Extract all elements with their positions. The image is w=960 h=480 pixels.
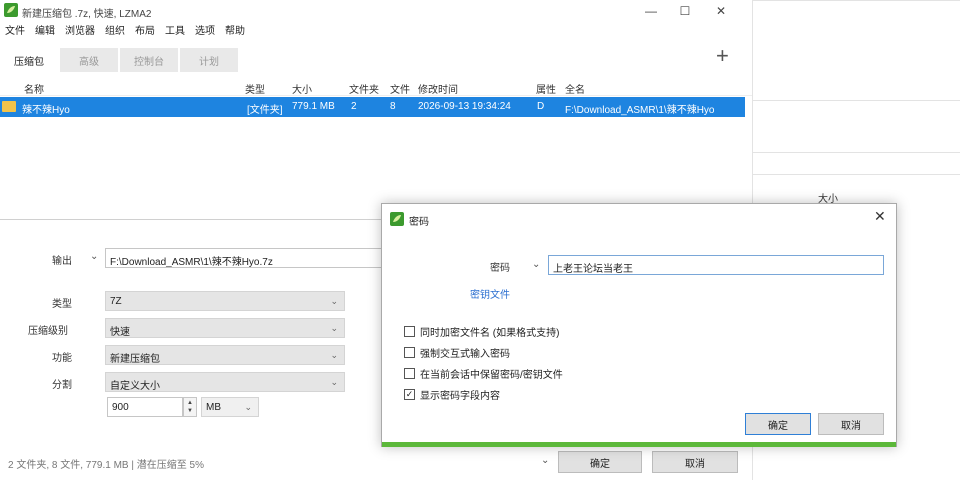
dialog-accent-bar [382,442,896,447]
background-divider [753,174,960,175]
minimize-button[interactable]: — [636,2,666,20]
password-dialog: 密码 ✕ 密码 ⌄ 上老王论坛当老王 密钥文件 同时加密文件名 (如果格式支持)… [381,203,897,447]
tab-advanced[interactable]: 高级 [60,48,118,72]
background-divider [753,0,960,1]
split-unit-value: MB [206,402,221,413]
menu-bar: 文件 编辑 浏览器 组织 布局 工具 选项 帮助 [0,24,250,40]
close-window-button[interactable]: ✕ [706,2,736,20]
split-label: 分割 [52,380,72,391]
function-select-value: 新建压缩包 [110,354,160,365]
keyfile-link[interactable]: 密钥文件 [470,286,510,301]
output-path-input[interactable]: F:\Download_ASMR\1\辣不辣Hyo.7z [105,248,385,268]
compression-level-label: 压缩级别 [28,326,68,337]
split-unit-select[interactable]: MB ⌄ [201,397,259,417]
close-icon[interactable]: ✕ [874,208,886,225]
menu-item-help[interactable]: 帮助 [220,24,250,40]
table-row[interactable]: 辣不辣Hyo [文件夹] 779.1 MB 2 8 2026-09-13 19:… [0,97,745,117]
add-button[interactable]: + [716,44,729,68]
chevron-down-icon[interactable]: ⌄ [541,455,549,466]
menu-item-options[interactable]: 选项 [190,24,220,40]
column-header-modified[interactable]: 修改时间 [418,81,458,96]
title-bar: 新建压缩包 .7z, 快速, LZMA2 — ☐ ✕ [0,0,752,22]
output-label: 输出 [52,256,72,267]
menu-item-file[interactable]: 文件 [0,24,30,40]
type-label: 类型 [52,299,72,310]
split-size-stepper[interactable]: ▲ ▼ [183,397,197,417]
ok-button[interactable]: 确定 [558,451,642,473]
password-label: 密码 [490,263,510,274]
option-encrypt-filenames[interactable]: 同时加密文件名 (如果格式支持) [404,324,560,339]
option-force-interactive[interactable]: 强制交互式输入密码 [404,345,510,360]
row-attributes: D [537,101,545,112]
compression-level-select[interactable]: 快速 ⌄ [105,318,345,338]
dialog-title: 密码 [409,217,429,228]
row-size: 779.1 MB [292,101,335,112]
app-logo-icon [390,212,404,226]
status-text: 2 文件夹, 8 文件, 779.1 MB | 潜在压缩至 5% [8,460,204,471]
maximize-button[interactable]: ☐ [670,2,700,20]
tab-console[interactable]: 控制台 [120,48,178,72]
type-select-value: 7Z [110,296,122,307]
tab-bar: 压缩包 高级 控制台 计划 [0,48,240,74]
chevron-down-icon[interactable]: ⌄ [532,259,540,270]
split-select[interactable]: 自定义大小 ⌄ [105,372,345,392]
column-header-name[interactable]: 名称 [24,81,44,96]
stepper-up-icon[interactable]: ▲ [187,399,193,407]
function-label: 功能 [52,353,72,364]
row-files: 8 [390,101,396,112]
password-input[interactable]: 上老王论坛当老王 [548,255,884,275]
split-select-value: 自定义大小 [110,381,160,392]
compression-level-value: 快速 [110,327,130,338]
column-header-type[interactable]: 类型 [245,81,265,96]
chevron-down-icon: ⌄ [330,323,338,333]
option-label: 强制交互式输入密码 [420,348,510,360]
menu-item-tools[interactable]: 工具 [160,24,190,40]
row-modified: 2026-09-13 19:34:24 [418,101,511,112]
file-list-header: 名称 类型 大小 文件夹 文件 修改时间 属性 全名 [0,78,752,96]
dialog-cancel-button[interactable]: 取消 [818,413,884,435]
tab-archive[interactable]: 压缩包 [0,48,58,72]
column-header-fullname[interactable]: 全名 [565,81,585,96]
background-divider [753,152,960,153]
row-type: [文件夹] [247,105,283,116]
column-header-folders[interactable]: 文件夹 [349,81,379,96]
menu-item-edit[interactable]: 编辑 [30,24,60,40]
column-header-size[interactable]: 大小 [292,81,312,96]
option-label: 在当前会话中保留密码/密钥文件 [420,369,563,381]
option-show-password[interactable]: ✓ 显示密码字段内容 [404,387,500,402]
row-folders: 2 [351,101,357,112]
app-logo-icon [4,3,18,17]
column-header-attributes[interactable]: 属性 [536,81,556,96]
background-divider [753,100,960,101]
option-label: 同时加密文件名 (如果格式支持) [420,327,560,339]
chevron-down-icon: ⌄ [330,296,338,306]
checkbox-checked[interactable]: ✓ [404,388,415,400]
column-header-files[interactable]: 文件 [390,81,410,96]
type-select[interactable]: 7Z ⌄ [105,291,345,311]
option-keep-password[interactable]: 在当前会话中保留密码/密钥文件 [404,366,563,381]
window-title: 新建压缩包 .7z, 快速, LZMA2 [22,9,152,20]
function-select[interactable]: 新建压缩包 ⌄ [105,345,345,365]
cancel-button[interactable]: 取消 [652,451,738,473]
dialog-ok-button[interactable]: 确定 [745,413,811,435]
checkbox[interactable] [404,325,415,337]
row-fullname: F:\Download_ASMR\1\辣不辣Hyo [565,105,715,116]
menu-item-browser[interactable]: 浏览器 [60,24,100,40]
menu-item-layout[interactable]: 布局 [130,24,160,40]
option-label: 显示密码字段内容 [420,390,500,402]
chevron-down-icon: ⌄ [330,377,338,387]
checkbox[interactable] [404,346,415,358]
chevron-down-icon: ⌄ [244,402,252,412]
chevron-down-icon: ⌄ [330,350,338,360]
checkbox[interactable] [404,367,415,379]
folder-icon [2,101,16,112]
chevron-down-icon[interactable]: ⌄ [90,251,98,262]
tab-schedule[interactable]: 计划 [180,48,238,72]
menu-item-organize[interactable]: 组织 [100,24,130,40]
stepper-down-icon[interactable]: ▼ [187,407,193,415]
split-size-input[interactable]: 900 [107,397,183,417]
row-name: 辣不辣Hyo [22,105,70,116]
